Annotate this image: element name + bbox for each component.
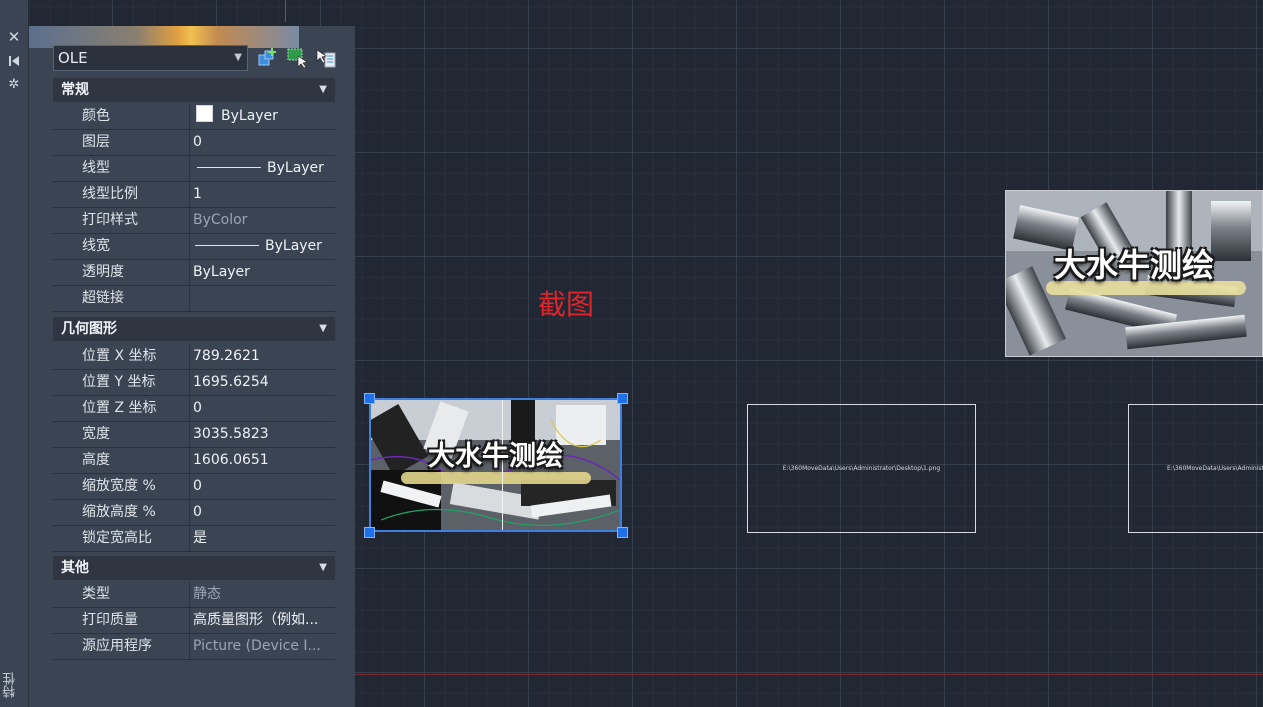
annotation-text[interactable]: 截图 [538, 288, 594, 322]
property-label: 高度 [53, 448, 190, 473]
property-row-linetype[interactable]: 线型 ByLayer [53, 156, 335, 182]
property-value-linetype-scale[interactable]: 1 [191, 182, 335, 207]
auto-hide-icon[interactable] [6, 53, 22, 69]
section-misc-title: 其他 [61, 560, 89, 576]
property-row-linetype-scale[interactable]: 线型比例 1 [53, 182, 335, 208]
property-value-linetype[interactable]: ByLayer [191, 156, 335, 181]
section-general-title: 常规 [61, 82, 89, 98]
property-row-hyperlink[interactable]: 超链接 [53, 286, 335, 312]
chevron-down-icon: ▼ [319, 323, 327, 334]
property-value-transparency[interactable]: ByLayer [191, 260, 335, 285]
settings-icon[interactable]: ✲ [6, 77, 22, 93]
property-label: 透明度 [53, 260, 190, 285]
property-label: 线宽 [53, 234, 190, 259]
property-value-plot-style: ByColor [193, 212, 248, 228]
property-row-color[interactable]: 颜色 ByLayer [53, 104, 335, 130]
property-label: 超链接 [53, 286, 190, 311]
property-row-width[interactable]: 宽度 3035.5823 [53, 422, 335, 448]
lineweight-sample [195, 245, 259, 246]
property-value-color[interactable]: ByLayer [191, 104, 335, 129]
property-label: 图层 [53, 130, 190, 155]
quick-select-icon[interactable] [257, 47, 279, 69]
raster-image-top[interactable]: 大水牛测绘 [1005, 190, 1263, 357]
object-type-select[interactable]: OLE ▼ [53, 45, 248, 71]
color-value: ByLayer [221, 108, 278, 124]
property-row-position-z[interactable]: 位置 Z 坐标 0 [53, 396, 335, 422]
property-row-scale-width[interactable]: 缩放宽度 % 0 [53, 474, 335, 500]
property-value-scale-height[interactable]: 0 [191, 500, 335, 525]
property-row-position-y[interactable]: 位置 Y 坐标 1695.6254 [53, 370, 335, 396]
property-label: 颜色 [53, 104, 190, 129]
property-value-height[interactable]: 1606.0651 [191, 448, 335, 473]
linetype-value: ByLayer [267, 160, 324, 176]
select-objects-icon[interactable] [286, 47, 308, 69]
chevron-down-icon: ▼ [234, 52, 242, 63]
property-label: 打印样式 [53, 208, 190, 233]
grip-top-right[interactable] [617, 393, 628, 404]
property-row-lineweight[interactable]: 线宽 ByLayer [53, 234, 335, 260]
property-row-height[interactable]: 高度 1606.0651 [53, 448, 335, 474]
property-value-position-y[interactable]: 1695.6254 [191, 370, 335, 395]
image-caption-selected: 大水牛测绘 [428, 441, 563, 472]
toggle-pickadd-icon[interactable] [315, 47, 337, 69]
image-reference-path-1: E:\360MoveData\Users\Administrator\Deskt… [782, 465, 941, 472]
image-caption-top: 大水牛测绘 [1053, 246, 1214, 284]
property-value-position-x[interactable]: 789.2621 [191, 344, 335, 369]
property-label: 缩放高度 % [53, 500, 190, 525]
property-label: 源应用程序 [53, 634, 190, 659]
lineweight-value: ByLayer [265, 238, 322, 254]
property-label: 位置 Y 坐标 [53, 370, 190, 395]
property-value-scale-width[interactable]: 0 [191, 474, 335, 499]
property-row-plot-style[interactable]: 打印样式 ByColor [53, 208, 335, 234]
grip-bottom-left[interactable] [364, 527, 375, 538]
property-row-transparency[interactable]: 透明度 ByLayer [53, 260, 335, 286]
property-value-layer[interactable]: 0 [191, 130, 335, 155]
image-reference-path-2: E:\360MoveData\Users\Administr [1167, 465, 1263, 472]
property-value-lineweight[interactable]: ByLayer [191, 234, 335, 259]
property-value-hyperlink[interactable] [191, 286, 335, 311]
property-label: 线型 [53, 156, 190, 181]
property-row-scale-height[interactable]: 缩放高度 % 0 [53, 500, 335, 526]
property-value-lock-aspect[interactable]: 是 [191, 526, 335, 551]
grip-bottom-right[interactable] [617, 527, 628, 538]
chevron-down-icon: ▼ [319, 84, 327, 95]
property-row-plot-quality[interactable]: 打印质量 高质量图形（例如... [53, 608, 335, 634]
property-row-lock-aspect[interactable]: 锁定宽高比 是 [53, 526, 335, 552]
section-general[interactable]: 常规 ▼ [53, 78, 335, 102]
property-label: 位置 X 坐标 [53, 344, 190, 369]
property-row-type[interactable]: 类型 静态 [53, 582, 335, 608]
y-axis-line [285, 0, 286, 22]
section-misc[interactable]: 其他 ▼ [53, 556, 335, 580]
property-label: 类型 [53, 582, 190, 607]
property-label: 锁定宽高比 [53, 526, 190, 551]
image-reference-frame-2[interactable]: E:\360MoveData\Users\Administr [1128, 404, 1263, 533]
image-reference-frame-1[interactable]: E:\360MoveData\Users\Administrator\Deskt… [747, 404, 976, 533]
object-type-value: OLE [58, 49, 88, 67]
palette-title: 特性 [3, 672, 18, 698]
property-label: 宽度 [53, 422, 190, 447]
property-row-position-x[interactable]: 位置 X 坐标 789.2621 [53, 344, 335, 370]
property-value-type: 静态 [193, 586, 221, 602]
linetype-sample [197, 167, 261, 168]
property-label: 缩放宽度 % [53, 474, 190, 499]
property-row-layer[interactable]: 图层 0 [53, 130, 335, 156]
property-value-position-z[interactable]: 0 [191, 396, 335, 421]
property-value-source-app: Picture (Device I... [193, 638, 321, 654]
section-geometry-title: 几何图形 [61, 321, 117, 337]
chevron-down-icon: ▼ [319, 562, 327, 573]
property-label: 线型比例 [53, 182, 190, 207]
palette-title-strip[interactable]: ✕ ✲ 特性 [0, 0, 28, 707]
grip-top-left[interactable] [364, 393, 375, 404]
x-axis-line [355, 674, 1263, 675]
property-value-width[interactable]: 3035.5823 [191, 422, 335, 447]
section-geometry[interactable]: 几何图形 ▼ [53, 317, 335, 341]
property-label: 位置 Z 坐标 [53, 396, 190, 421]
color-swatch [196, 105, 213, 122]
property-row-source-app[interactable]: 源应用程序 Picture (Device I... [53, 634, 335, 660]
property-value-plot-quality[interactable]: 高质量图形（例如... [191, 608, 335, 633]
close-icon[interactable]: ✕ [6, 29, 22, 45]
selected-ole-image[interactable]: 大水牛测绘 [369, 398, 622, 532]
property-label: 打印质量 [53, 608, 190, 633]
